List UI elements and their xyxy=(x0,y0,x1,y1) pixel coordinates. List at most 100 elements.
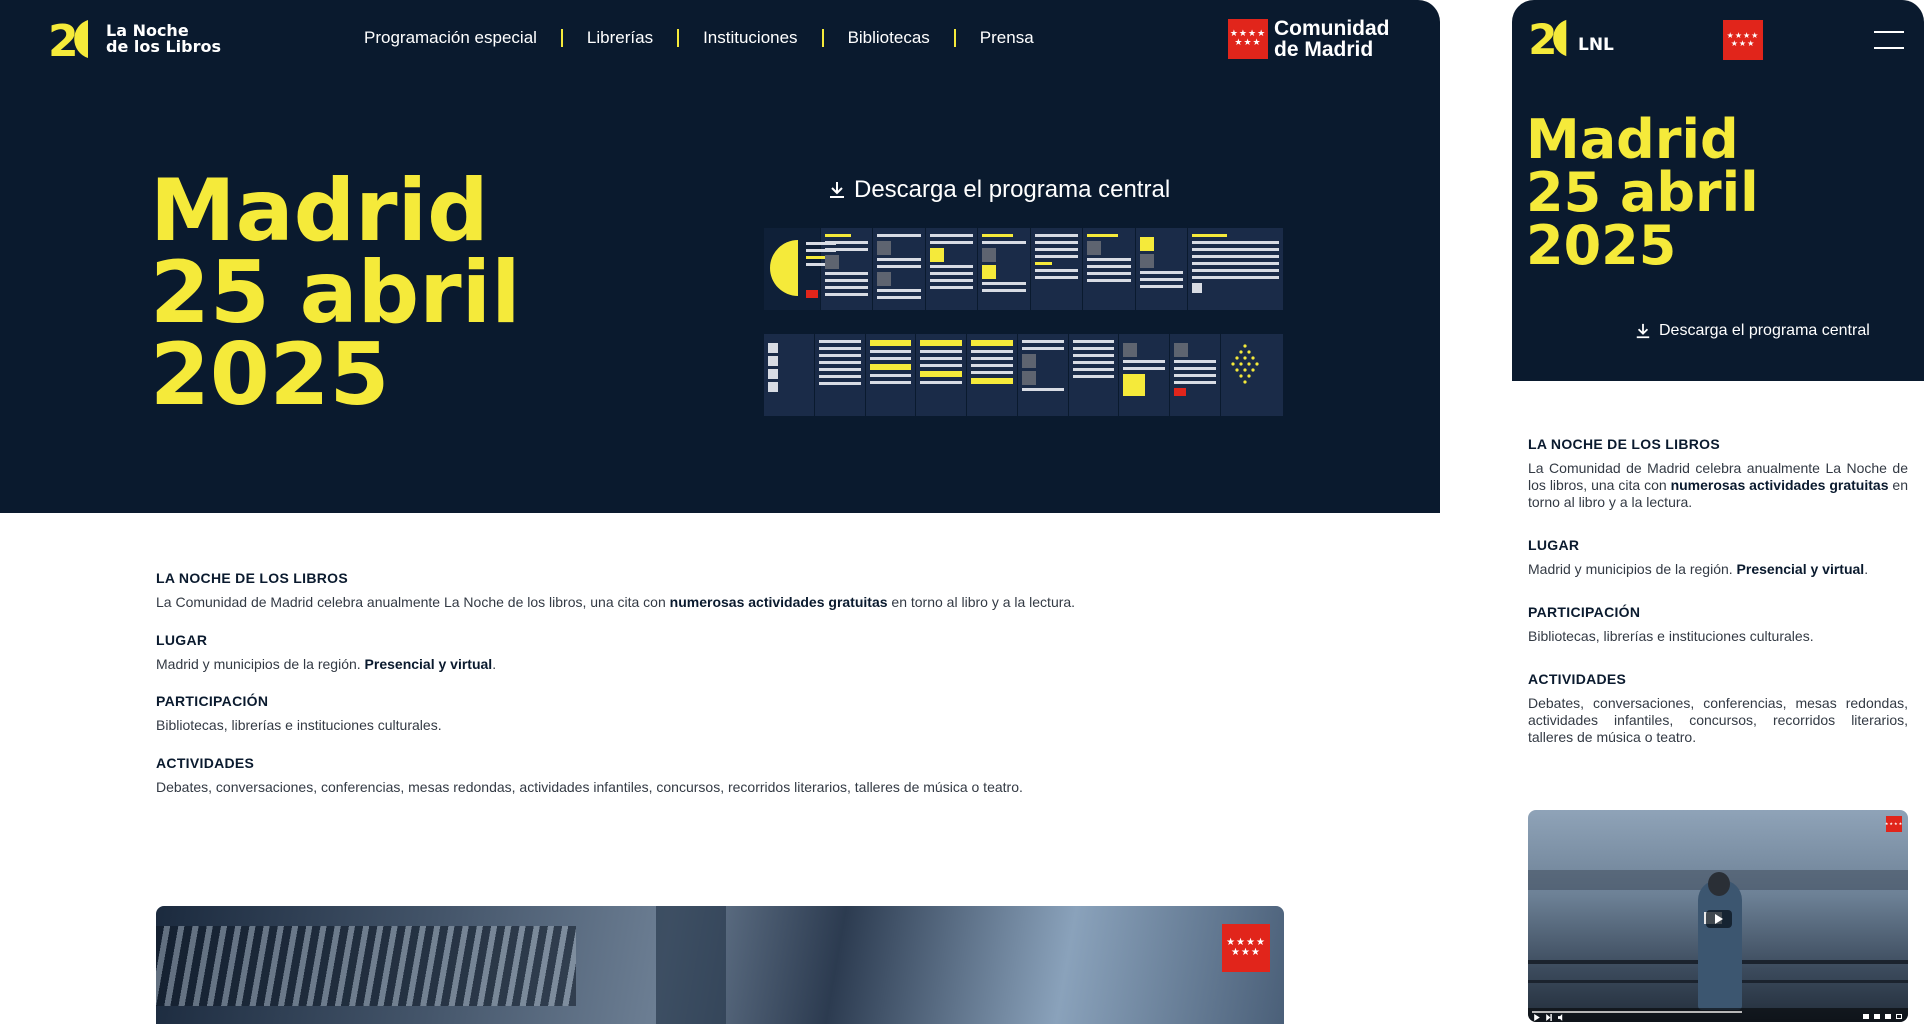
next-icon[interactable] xyxy=(1546,1014,1552,1021)
programa-panel xyxy=(866,334,917,416)
programa-panel xyxy=(1221,334,1284,416)
info-block-lugar: LUGAR Madrid y municipios de la región. … xyxy=(156,632,1286,674)
hero-line-city: Madrid xyxy=(150,161,489,261)
info-block-actividades: ACTIVIDADES Debates, conversaciones, con… xyxy=(1528,671,1908,746)
nav-programacion-especial[interactable]: Programación especial xyxy=(364,28,537,48)
volume-icon[interactable] xyxy=(1558,1014,1565,1021)
info-text: Bibliotecas, librerías e instituciones c… xyxy=(1528,628,1814,644)
video-figure-head xyxy=(1708,872,1730,896)
fullscreen-icon[interactable] xyxy=(1896,1014,1902,1019)
programa-panel xyxy=(1119,334,1170,416)
programa-panel xyxy=(1170,334,1221,416)
programa-panel xyxy=(1031,228,1084,310)
programa-panel xyxy=(1188,228,1284,310)
programa-panel xyxy=(926,228,979,310)
info-block-noche: LA NOCHE DE LOS LIBROS La Comunidad de M… xyxy=(156,570,1286,612)
info-block-lugar: LUGAR Madrid y municipios de la región. … xyxy=(1528,537,1908,578)
programa-preview-front[interactable] xyxy=(764,228,1284,310)
mobile-hero: 2 LNL ★★★★ ★★★ Madrid 25 abril 2025 Desc… xyxy=(1512,0,1924,381)
info-title: ACTIVIDADES xyxy=(1528,671,1627,687)
programa-panel xyxy=(1083,228,1136,310)
info-text: Bibliotecas, librerías e instituciones c… xyxy=(156,717,442,733)
comunidad-madrid-logo[interactable]: ★★★★ ★★★ Comunidad de Madrid xyxy=(1228,18,1390,60)
logo-text: La Noche de los Libros xyxy=(106,23,221,55)
programa-back-cover-art xyxy=(1231,344,1259,384)
programa-preview-back[interactable] xyxy=(764,334,1284,416)
info-text: Madrid y municipios de la región. Presen… xyxy=(156,655,497,672)
info-text: La Comunidad de Madrid celebra anualment… xyxy=(156,594,1076,610)
programa-panel xyxy=(821,228,874,310)
hero-line-date: 25 abril xyxy=(150,243,521,343)
cm-logo-line1: Comunidad xyxy=(1274,17,1390,40)
programa-panel xyxy=(916,334,967,416)
programa-cover-art xyxy=(770,240,798,296)
mobile-hero-title: Madrid 25 abril 2025 xyxy=(1526,108,1759,277)
download-label: Descarga el programa central xyxy=(1659,322,1870,339)
mobile-download-link[interactable]: Descarga el programa central xyxy=(1635,322,1870,340)
hero-line-city: Madrid xyxy=(1526,108,1739,171)
madrid-flag-icon[interactable]: ★★★★ ★★★ xyxy=(1723,20,1763,60)
programa-panel xyxy=(978,228,1031,310)
logo-text: LNL xyxy=(1578,34,1614,55)
madrid-flag-icon: ★★★★ xyxy=(1885,816,1902,832)
cm-logo-line2: de Madrid xyxy=(1274,38,1374,61)
programa-panel xyxy=(967,334,1018,416)
main-nav: Programación especial Librerías Instituc… xyxy=(364,28,1034,48)
nav-prensa[interactable]: Prensa xyxy=(980,28,1034,48)
nav-bibliotecas[interactable]: Bibliotecas xyxy=(848,28,930,48)
download-label: Descarga el programa central xyxy=(854,176,1171,203)
nav-instituciones[interactable]: Instituciones xyxy=(703,28,798,48)
programa-panel xyxy=(815,334,866,416)
play-icon[interactable] xyxy=(1534,1014,1540,1021)
desktop-hero: 2 La Noche de los Libros Programación es… xyxy=(0,0,1440,513)
info-block-noche: LA NOCHE DE LOS LIBROS La Comunidad de M… xyxy=(1528,436,1908,511)
nav-librerias[interactable]: Librerías xyxy=(587,28,653,48)
play-button[interactable] xyxy=(1706,910,1732,928)
video-figure xyxy=(1698,880,1742,1010)
page: 2 La Noche de los Libros Programación es… xyxy=(0,0,1924,1024)
mobile-logo[interactable]: 2 LNL xyxy=(1528,18,1614,58)
info-text: Debates, conversaciones, conferencias, m… xyxy=(1528,695,1908,745)
hamburger-menu-icon[interactable] xyxy=(1874,31,1904,49)
info-text: Debates, conversaciones, conferencias, m… xyxy=(156,778,1023,795)
info-title: LA NOCHE DE LOS LIBROS xyxy=(1528,436,1720,452)
mobile-info: LA NOCHE DE LOS LIBROS La Comunidad de M… xyxy=(1528,436,1908,766)
nav-separator xyxy=(953,29,956,47)
desktop-logo[interactable]: 2 La Noche de los Libros xyxy=(48,18,221,60)
download-programa-link[interactable]: Descarga el programa central xyxy=(828,176,1170,204)
programa-panel xyxy=(764,334,815,416)
hero-line-year: 2025 xyxy=(150,325,390,425)
nav-separator xyxy=(560,29,563,47)
desktop-view: 2 La Noche de los Libros Programación es… xyxy=(0,0,1440,1024)
programa-panel xyxy=(1018,334,1069,416)
download-icon xyxy=(1636,323,1650,339)
info-title: PARTICIPACIÓN xyxy=(156,693,269,709)
mobile-video-player[interactable]: ★★★★ xyxy=(1528,810,1908,1022)
nav-separator xyxy=(677,29,680,47)
programa-panel xyxy=(1136,228,1189,310)
settings-icon[interactable] xyxy=(1863,1014,1869,1019)
madrid-flag-icon: ★★★★ ★★★ xyxy=(1222,924,1270,972)
info-title: LUGAR xyxy=(156,631,208,648)
desktop-video-player[interactable]: ★★★★ ★★★ xyxy=(156,906,1284,1024)
subtitles-icon[interactable] xyxy=(1874,1014,1880,1019)
download-icon xyxy=(830,182,844,198)
programa-panel xyxy=(1069,334,1120,416)
madrid-flag-icon: ★★★★ ★★★ xyxy=(1228,19,1268,59)
logo-mark-icon: 2 xyxy=(48,18,88,60)
miniplayer-icon[interactable] xyxy=(1885,1014,1891,1019)
hero-line-date: 25 abril xyxy=(1526,161,1759,224)
info-text: La Comunidad de Madrid celebra anualment… xyxy=(1528,460,1908,510)
nav-separator xyxy=(821,29,824,47)
hero-title: Madrid 25 abril 2025 xyxy=(150,161,521,425)
info-title: LUGAR xyxy=(1528,537,1580,553)
hero-line-year: 2025 xyxy=(1526,214,1677,277)
info-block-participacion: PARTICIPACIÓN Bibliotecas, librerías e i… xyxy=(1528,604,1908,645)
programa-panel xyxy=(764,228,836,310)
info-title: PARTICIPACIÓN xyxy=(1528,604,1641,620)
play-icon xyxy=(1715,914,1723,924)
svg-text:2: 2 xyxy=(1528,18,1557,58)
video-controls-bar[interactable] xyxy=(1528,1008,1908,1022)
svg-text:2: 2 xyxy=(48,18,79,60)
info-title: LA NOCHE DE LOS LIBROS xyxy=(156,570,348,586)
